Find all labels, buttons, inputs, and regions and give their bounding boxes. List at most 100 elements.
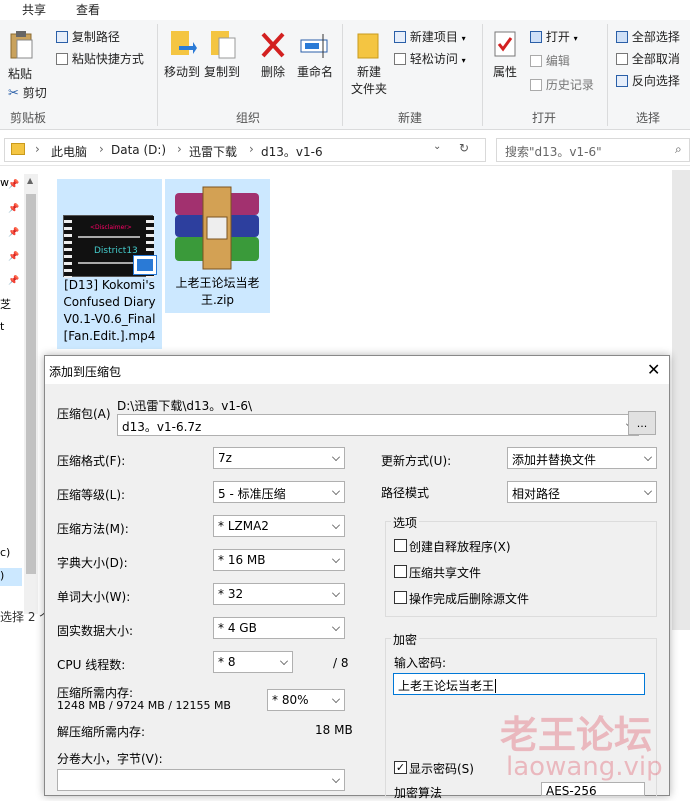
easy-access-icon xyxy=(394,53,406,65)
copy-path-icon xyxy=(56,31,68,43)
file-item[interactable]: <Disclaimer> District13 [D13] Kokomi's C… xyxy=(57,179,162,349)
breadcrumb-folder2[interactable]: d13。v1-6 xyxy=(261,143,323,160)
memory-percent-select[interactable]: * 80% xyxy=(267,689,345,711)
close-icon[interactable]: ✕ xyxy=(647,360,660,379)
paste-shortcut-button[interactable]: 粘贴快捷方式 xyxy=(56,50,144,67)
chevron-down-icon xyxy=(332,589,340,597)
file-item[interactable]: 上老王论坛当老王.zip xyxy=(165,179,270,313)
group-divider xyxy=(157,24,158,126)
paste-label: 粘贴 xyxy=(8,67,33,81)
select-none-button[interactable]: 全部取消 xyxy=(616,50,680,67)
encryption-method-label: 加密算法 xyxy=(394,786,443,800)
rename-button[interactable]: 重命名 xyxy=(296,28,334,80)
encryption-method-select[interactable]: AES-256 xyxy=(541,782,645,796)
new-item-icon xyxy=(394,31,406,43)
sfx-checkbox[interactable] xyxy=(394,539,407,552)
archive-name-combobox[interactable]: d13。v1-6.7z xyxy=(117,414,639,436)
tab-view[interactable]: 查看 xyxy=(76,1,100,18)
word-select[interactable]: * 32 xyxy=(213,583,345,605)
level-select[interactable]: 5 - 标准压缩 xyxy=(213,481,345,503)
show-password-checkbox[interactable]: ✓ xyxy=(394,761,407,774)
browse-button[interactable]: ... xyxy=(628,411,656,435)
copy-path-button[interactable]: 复制路径 xyxy=(56,28,120,45)
delete-button[interactable]: 删除 xyxy=(258,28,288,80)
file-name: 上老王论坛当老王.zip xyxy=(175,276,260,307)
split-select[interactable] xyxy=(57,769,345,791)
tab-share[interactable]: 共享 xyxy=(22,1,46,18)
update-label: 更新方式(U): xyxy=(381,454,452,468)
move-to-icon xyxy=(171,31,197,55)
file-list-scrollbar[interactable] xyxy=(672,170,690,630)
invert-selection-button[interactable]: 反向选择 xyxy=(616,72,680,89)
breadcrumb-drive[interactable]: Data (D:) xyxy=(111,143,166,157)
path-mode-select[interactable]: 相对路径 xyxy=(507,481,657,503)
new-folder-button[interactable]: 新建 文件夹 xyxy=(350,28,388,97)
method-select[interactable]: * LZMA2 xyxy=(213,515,345,537)
move-to-button[interactable]: 移动到 xyxy=(164,28,200,80)
nav-item-label[interactable]: c) xyxy=(0,546,10,559)
select-all-button[interactable]: 全部选择 xyxy=(616,28,680,45)
edit-icon xyxy=(530,55,542,67)
chevron-down-icon xyxy=(644,487,652,495)
shared-label: 压缩共享文件 xyxy=(409,566,482,580)
file-name: [D13] Kokomi's Confused Diary V0.1-V0.6_… xyxy=(63,278,156,343)
properties-button[interactable]: 属性 xyxy=(490,28,520,80)
dict-select[interactable]: * 16 MB xyxy=(213,549,345,571)
chevron-down-icon xyxy=(332,521,340,529)
open-button[interactable]: 打开 ▾ xyxy=(530,28,578,45)
delete-after-checkbox[interactable] xyxy=(394,591,407,604)
film-strip xyxy=(64,216,72,278)
chevron-down-icon xyxy=(332,695,340,703)
shared-checkbox[interactable] xyxy=(394,565,407,578)
dropdown-icon[interactable]: ⌄ xyxy=(433,141,441,152)
paste-icon xyxy=(10,31,33,59)
search-input[interactable]: 搜索"d13。v1-6" ⌕ xyxy=(496,138,690,162)
word-label: 单词大小(W): xyxy=(57,590,131,604)
threads-select[interactable]: * 8 xyxy=(213,651,293,673)
history-button[interactable]: 历史记录 xyxy=(530,76,594,93)
group-divider xyxy=(342,24,343,126)
scroll-up-icon[interactable]: ▲ xyxy=(27,176,33,185)
nav-item-label[interactable]: 芝 xyxy=(0,296,11,312)
search-icon: ⌕ xyxy=(675,142,682,156)
archive-path: D:\迅雷下载\d13。v1-6\ xyxy=(117,399,253,413)
chevron-down-icon: ▾ xyxy=(461,34,466,43)
open-label: 打开 xyxy=(545,30,570,44)
breadcrumb-pc[interactable]: 此电脑 xyxy=(51,143,87,160)
chevron-down-icon: ▾ xyxy=(573,34,578,43)
sfx-label: 创建自释放程序(X) xyxy=(409,540,511,554)
easy-access-button[interactable]: 轻松访问 ▾ xyxy=(394,50,466,67)
delete-after-label: 操作完成后删除源文件 xyxy=(409,592,530,606)
update-select[interactable]: 添加并替换文件 xyxy=(507,447,657,469)
nav-scrollbar[interactable]: ▲ xyxy=(24,174,38,614)
rename-icon xyxy=(300,34,328,58)
chevron-down-icon xyxy=(644,453,652,461)
organize-group-label: 组织 xyxy=(236,111,261,125)
pin-icon: 📌 xyxy=(8,276,20,286)
new-folder-icon xyxy=(357,33,379,59)
level-value: 5 - 标准压缩 xyxy=(218,487,286,501)
update-value: 添加并替换文件 xyxy=(512,453,597,467)
method-value: * LZMA2 xyxy=(218,519,269,533)
copy-to-button[interactable]: 复制到 xyxy=(204,28,240,80)
threads-total: / 8 xyxy=(333,656,349,670)
move-to-label: 移动到 xyxy=(164,65,201,79)
cut-button[interactable]: ✂ 剪切 xyxy=(8,84,47,101)
password-input[interactable]: 上老王论坛当老王 xyxy=(393,673,645,695)
nav-item-selected[interactable]: ) xyxy=(0,568,22,586)
new-item-button[interactable]: 新建项目 ▾ xyxy=(394,28,466,45)
solid-select[interactable]: * 4 GB xyxy=(213,617,345,639)
refresh-icon[interactable]: ↻ xyxy=(459,141,469,155)
scrollbar-thumb[interactable] xyxy=(26,194,36,574)
paste-button[interactable]: 粘贴 xyxy=(8,30,34,82)
encryption-title: 加密 xyxy=(391,631,420,648)
nav-item-label: ) xyxy=(0,569,5,582)
select-none-icon xyxy=(616,53,628,65)
edit-button[interactable]: 编辑 xyxy=(530,52,570,69)
format-select[interactable]: 7z xyxy=(213,447,345,469)
threads-value: * 8 xyxy=(218,655,236,669)
breadcrumb-folder1[interactable]: 迅雷下载 xyxy=(189,143,237,160)
address-bar[interactable]: › 此电脑 › Data (D:) › 迅雷下载 › d13。v1-6 ⌄ ↻ xyxy=(4,138,486,162)
nav-item-label[interactable]: t xyxy=(0,320,4,333)
select-all-label: 全部选择 xyxy=(631,30,680,44)
